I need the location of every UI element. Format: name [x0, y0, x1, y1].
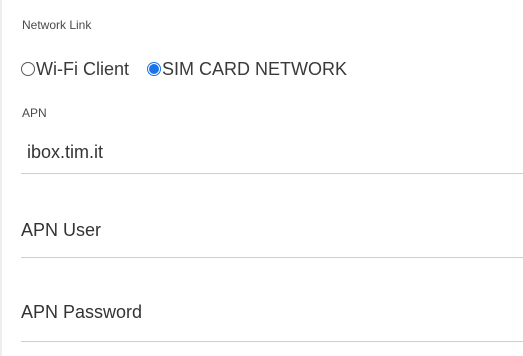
- apn-user-field[interactable]: [21, 220, 523, 258]
- wifi-client-radio[interactable]: Wi-Fi Client: [21, 58, 129, 80]
- sim-card-network-radio[interactable]: SIM CARD NETWORK: [147, 58, 347, 80]
- apn-input[interactable]: [27, 138, 523, 166]
- apn-password-input[interactable]: [21, 302, 523, 323]
- network-link-label: Network Link: [22, 18, 92, 32]
- apn-label: APN: [22, 106, 47, 120]
- wifi-client-radio-circle[interactable]: [21, 62, 35, 76]
- left-border: [0, 0, 2, 356]
- apn-password-field[interactable]: [21, 302, 523, 342]
- sim-card-network-radio-label[interactable]: SIM CARD NETWORK: [162, 58, 347, 80]
- wifi-client-radio-label[interactable]: Wi-Fi Client: [36, 58, 129, 80]
- sim-card-network-radio-circle[interactable]: [147, 62, 161, 76]
- apn-user-input[interactable]: [21, 220, 523, 241]
- apn-field[interactable]: [21, 138, 523, 174]
- network-link-radio-group: Wi-Fi Client SIM CARD NETWORK: [21, 58, 347, 80]
